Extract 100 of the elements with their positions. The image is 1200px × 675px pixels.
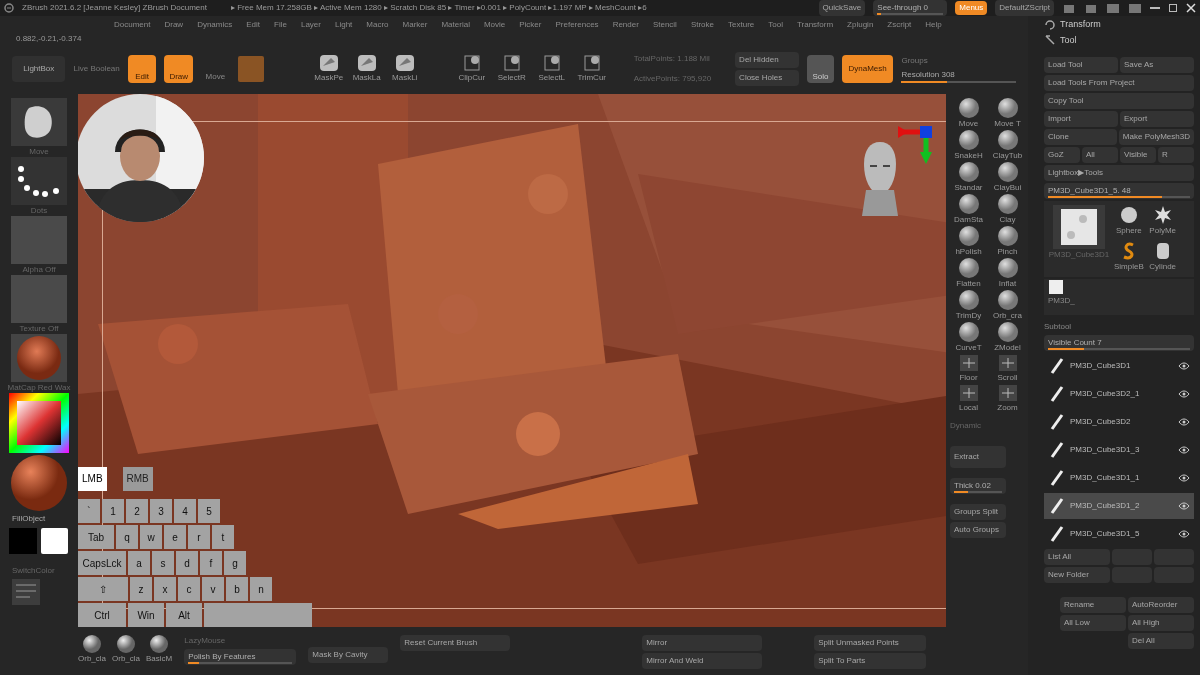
mirror-weld-button[interactable]: Mirror And Weld — [642, 653, 763, 669]
subtool-row[interactable]: PM3D_Cube3D1_3 — [1044, 437, 1194, 463]
panel-button[interactable]: Visible — [1120, 147, 1156, 163]
menu-item[interactable]: Stencil — [652, 19, 677, 31]
brush-label[interactable]: SnakeH — [954, 150, 983, 162]
brush-label[interactable]: TrimDy — [955, 310, 982, 322]
slider[interactable]: Visible Count 7 — [1044, 335, 1194, 351]
material-label[interactable]: Orb_cla — [78, 653, 106, 665]
menu-item[interactable]: Macro — [366, 19, 389, 31]
mode-button[interactable]: Edit — [127, 55, 157, 83]
panel-button[interactable]: Load Tool — [1044, 57, 1118, 73]
mirror-button[interactable]: Mirror — [642, 635, 763, 651]
dynamesh-button[interactable]: DynaMesh — [841, 55, 894, 83]
panel-button[interactable]: AutoReorder — [1128, 597, 1194, 613]
thumbnail-label[interactable]: PolyMe — [1149, 225, 1177, 237]
brush-label[interactable]: Zoom — [997, 402, 1018, 414]
menu-item[interactable]: Dynamics — [197, 19, 233, 31]
lightbox-button[interactable]: LightBox — [12, 56, 66, 82]
panel-button[interactable]: Lightbox▶Tools — [1044, 165, 1194, 181]
script-button[interactable]: DefaultZScript — [995, 0, 1054, 16]
mask-by-cavity-button[interactable]: Mask By Cavity — [308, 647, 389, 663]
brush-label[interactable]: ClayBui — [993, 182, 1022, 194]
panel-title[interactable]: Transform — [1060, 18, 1194, 32]
auto-groups-button[interactable]: Auto Groups — [950, 522, 1006, 538]
menu-item[interactable]: Movie — [483, 19, 506, 31]
menu-item[interactable]: Layer — [300, 19, 321, 31]
menu-item[interactable]: Texture — [728, 19, 755, 31]
groups-split-button[interactable]: Groups Split — [950, 504, 1006, 520]
subtool-row[interactable]: PM3D_Cube3D1_1 — [1044, 465, 1194, 491]
menu-item[interactable]: Marker — [402, 19, 428, 31]
panel-button[interactable]: New Folder — [1044, 567, 1110, 583]
panel-button[interactable]: R — [1158, 147, 1194, 163]
panel-button[interactable]: Clone — [1044, 129, 1117, 145]
panel-button[interactable]: GoZ — [1044, 147, 1080, 163]
mode-button[interactable]: Move — [201, 55, 230, 83]
brush-label[interactable]: DamSta — [954, 214, 983, 226]
panel-button[interactable]: Load Tools From Project — [1044, 75, 1194, 91]
menu-item[interactable]: Material — [441, 19, 470, 31]
menu-item[interactable]: Zplugin — [847, 19, 874, 31]
menu-item[interactable]: Preferences — [555, 19, 599, 31]
panel-button[interactable]: Rename — [1060, 597, 1126, 613]
slider[interactable]: Thick 0.02 — [950, 478, 1006, 494]
menu-item[interactable]: Draw — [164, 19, 184, 31]
menu-item[interactable]: Stroke — [690, 19, 714, 31]
panel-button[interactable]: Del All — [1128, 633, 1194, 649]
split-unmasked-button[interactable]: Split Unmasked Points — [814, 635, 927, 651]
menu-item[interactable]: Render — [612, 19, 639, 31]
mode-button[interactable]: Draw — [164, 55, 194, 83]
panel-button[interactable]: List All — [1044, 549, 1110, 565]
slider[interactable]: Polish By Features — [184, 649, 297, 665]
reset-brush-button[interactable]: Reset Current Brush — [400, 635, 511, 651]
menu-item[interactable]: File — [274, 19, 287, 31]
panel-button[interactable]: All High — [1128, 615, 1194, 631]
solo-button[interactable]: Solo — [807, 55, 834, 83]
slider[interactable]: PM3D_Cube3D1_5. 48 — [1044, 183, 1194, 199]
brush-label[interactable]: Move T — [994, 118, 1021, 130]
menu-item[interactable]: Edit — [246, 19, 261, 31]
subtool-row[interactable]: PM3D_Cube3D1 — [1044, 353, 1194, 379]
subtool-row[interactable]: PM3D_Cube3D1_5 — [1044, 521, 1194, 547]
extract-button[interactable]: Extract — [950, 446, 1006, 468]
close-holes-button[interactable]: Close Holes — [735, 70, 800, 86]
brush-label[interactable]: Move — [958, 118, 979, 130]
panel-title[interactable]: Tool — [1060, 33, 1194, 47]
panel-button[interactable]: Export — [1120, 111, 1194, 127]
thumbnail-label[interactable]: SimpleB — [1114, 261, 1144, 273]
brush-label[interactable]: Clay — [999, 214, 1016, 226]
material-label[interactable]: Orb_cla — [112, 653, 141, 665]
brush-label[interactable]: ZModel — [994, 342, 1021, 354]
subtool-row[interactable]: PM3D_Cube3D1_2 — [1044, 493, 1194, 519]
subtool-row[interactable]: PM3D_Cube3D2_1 — [1044, 381, 1194, 407]
panel-button[interactable]: Import — [1044, 111, 1118, 127]
brush-label[interactable]: Flatten — [956, 278, 981, 290]
brush-label[interactable]: Floor — [959, 372, 978, 384]
brush-label[interactable]: Pinch — [997, 246, 1018, 258]
brush-label[interactable]: Standar — [954, 182, 983, 194]
panel-button[interactable]: Save As — [1120, 57, 1194, 73]
resolution-slider[interactable]: Resolution 308 — [901, 69, 1016, 83]
split-parts-button[interactable]: Split To Parts — [814, 653, 927, 669]
del-hidden-button[interactable]: Del Hidden — [735, 52, 800, 68]
brush-label[interactable]: ClayTub — [992, 150, 1023, 162]
menu-item[interactable]: Zscript — [887, 19, 912, 31]
brush-label[interactable]: Scroll — [997, 372, 1018, 384]
subtool-row[interactable]: PM3D_Cube3D2 — [1044, 409, 1194, 435]
material-label[interactable]: BasicM — [146, 653, 173, 665]
panel-button[interactable]: Copy Tool — [1044, 93, 1194, 109]
thumbnail-label[interactable]: Sphere — [1116, 225, 1142, 237]
menu-item[interactable]: Document — [114, 19, 151, 31]
brush-label[interactable]: Local — [958, 402, 979, 414]
menu-item[interactable]: Transform — [796, 19, 834, 31]
thumbnail-label[interactable]: Cylinde — [1149, 261, 1177, 273]
brush-label[interactable]: Orb_cra — [993, 310, 1022, 322]
brush-label[interactable]: CurveT — [955, 342, 982, 354]
menu-item[interactable]: Picker — [519, 19, 542, 31]
quicksave-button[interactable]: QuickSave — [818, 0, 866, 16]
section-title[interactable]: Subtool — [1044, 321, 1194, 333]
panel-button[interactable]: Make PolyMesh3D — [1118, 129, 1194, 145]
brush-label[interactable]: hPolish — [955, 246, 982, 258]
menu-item[interactable]: Help — [925, 19, 942, 31]
panel-button[interactable]: All Low — [1060, 615, 1126, 631]
slider[interactable]: See-through 0 — [873, 0, 948, 16]
